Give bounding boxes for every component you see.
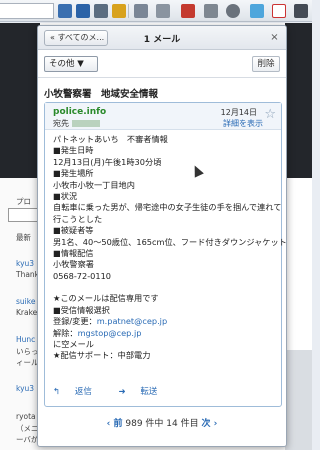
star-icon[interactable]: ☆ [264, 108, 276, 121]
body-line: ■被疑者等 [53, 225, 94, 236]
extension-icon[interactable] [156, 4, 170, 18]
background-text: Thank [16, 270, 40, 279]
background-banner [0, 23, 40, 178]
action-bar: その他 ▼ 削除 [38, 50, 286, 78]
extension-icon[interactable] [226, 4, 240, 18]
body-line: 0568-72-0110 [53, 270, 112, 281]
body-line: 小牧市小牧一丁目地内 [53, 179, 135, 190]
body-line [53, 282, 277, 293]
more-actions-dropdown[interactable]: その他 ▼ [44, 56, 98, 72]
extension-icon[interactable] [294, 4, 308, 18]
body-line: 12月13日(月)午後1時30分頃 [53, 156, 162, 167]
body-line: ■発生場所 [53, 168, 94, 179]
reply-actions: ↰ 返信 ➜ 転送 [53, 385, 181, 397]
extension-icon[interactable] [58, 4, 72, 18]
recipient-row: 宛先 [53, 118, 100, 129]
mail-popup: « すべてのメ... 1 メール × その他 ▼ 削除 小牧警察署 地域安全情報… [37, 25, 287, 447]
background-text: 最新 [16, 233, 31, 242]
message-date: 12月14日 [220, 108, 257, 117]
body-line: ■受信情報選択 [53, 304, 110, 315]
background-text: kyu3 [16, 259, 35, 268]
browser-toolbar [0, 0, 312, 22]
reply-icon: ↰ [53, 387, 61, 397]
extension-icon[interactable] [76, 4, 90, 18]
body-line: ★このメールは配信専用です [53, 293, 159, 304]
pager-position: 989 件中 14 件目 [125, 419, 199, 429]
extension-icon[interactable] [204, 4, 218, 18]
forward-icon: ➜ [118, 387, 126, 397]
extension-icon[interactable] [112, 4, 126, 18]
background-sidebar [285, 350, 312, 450]
message-subject: 小牧警察署 地域安全情報 [44, 89, 159, 100]
background-text: suike [16, 297, 36, 306]
reply-button[interactable]: ↰ 返信 [53, 387, 104, 397]
to-label: 宛先 [53, 119, 69, 128]
reply-label: 返信 [74, 387, 92, 397]
next-link[interactable]: 次 › [201, 419, 217, 429]
close-icon[interactable]: × [269, 32, 280, 43]
body-line: ■発生日時 [53, 145, 94, 156]
message-card: police.info 宛先 12月14日 詳細を表示 ☆ パトネットあいち 不… [44, 102, 287, 407]
extension-icon[interactable] [181, 4, 195, 18]
prev-link[interactable]: ‹ 前 [107, 419, 123, 429]
twitter-icon[interactable] [250, 4, 264, 18]
body-line: ★配信サポート：中部電力 [53, 350, 151, 361]
body-line: 自転車に乗った男が、帰宅途中の女子生徒の手を掴んで連れて [53, 202, 282, 213]
cancel-email-link[interactable]: mgstop@cep.jp [78, 328, 142, 338]
address-bar[interactable] [0, 3, 54, 19]
popup-header: « すべてのメ... 1 メール × [38, 26, 286, 50]
forward-label: 転送 [140, 387, 158, 397]
gmail-icon[interactable] [272, 4, 286, 18]
extension-icon[interactable] [134, 4, 148, 18]
background-text: プロ [16, 197, 31, 206]
background-text: Hunc [16, 335, 36, 344]
sender-name[interactable]: police.info [53, 107, 106, 117]
background-input [8, 208, 40, 222]
background-text: ィール [16, 358, 39, 367]
pager: ‹ 前 989 件中 14 件目 次 › [38, 416, 286, 429]
body-line: 男1名、40〜50歳位、165cm位、フード付きダウンジャケット [53, 236, 287, 247]
delete-button[interactable]: 削除 [252, 56, 280, 72]
recipient-redacted [72, 120, 100, 127]
background-text: いらっ [16, 347, 39, 356]
body-line: に空メール [53, 339, 94, 350]
background-text: ryota [16, 412, 36, 421]
register-label: 登録/変更： [53, 316, 97, 327]
body-line: 解除：mgstop@cep.jp [53, 328, 277, 339]
body-line: ■状況 [53, 190, 78, 201]
body-line: 小牧警察署 [53, 259, 94, 270]
message-header: police.info 宛先 12月14日 詳細を表示 ☆ [45, 103, 281, 130]
background-text: Krake [16, 308, 38, 317]
forward-button[interactable]: ➜ 転送 [119, 387, 170, 397]
body-line: パトネットあいち 不審者情報 [53, 134, 168, 144]
cancel-label: 解除： [53, 327, 78, 338]
message-body: パトネットあいち 不審者情報 ■発生日時 12月13日(月)午後1時30分頃 ■… [53, 134, 287, 362]
body-line: 行こうとした [53, 213, 103, 224]
show-details-link[interactable]: 詳細を表示 [223, 118, 263, 129]
background-banner [285, 23, 312, 178]
background-text: kyu3 [16, 384, 35, 393]
body-line: ■情報配信 [53, 247, 94, 258]
mail-count: 1 メール [143, 35, 181, 45]
register-email-link[interactable]: m.patnet@cep.jp [97, 316, 167, 326]
body-line: 登録/変更：m.patnet@cep.jp [53, 316, 277, 327]
extension-icon[interactable] [94, 4, 108, 18]
